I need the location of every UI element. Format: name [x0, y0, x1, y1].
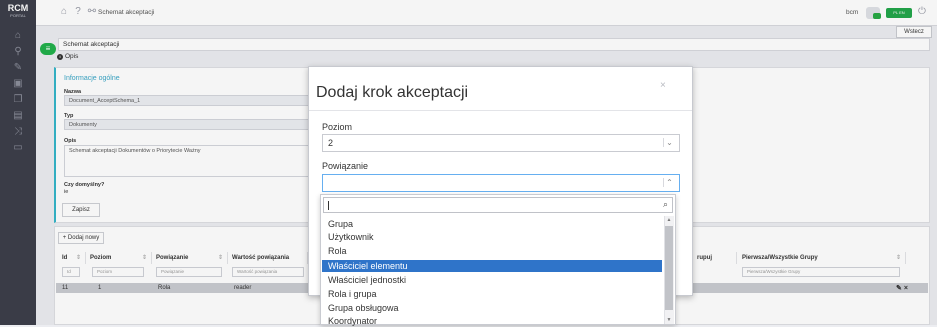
dropdown-option[interactable]: Grupa obsługowa	[322, 302, 662, 314]
relation-label: Powiązanie	[322, 161, 369, 171]
level-label: Poziom	[322, 122, 353, 132]
dropdown-search-input[interactable]: ⌕	[323, 197, 673, 213]
search-icon: ⌕	[662, 199, 668, 209]
scroll-down-icon[interactable]: ▼	[665, 316, 673, 324]
scrollbar-thumb[interactable]	[665, 226, 673, 310]
scroll-up-icon[interactable]: ▲	[665, 216, 673, 224]
close-icon[interactable]: ×	[660, 80, 666, 91]
dropdown-option[interactable]: Koordynator	[322, 315, 662, 327]
level-selected-value: 2	[328, 138, 334, 148]
text-caret	[328, 201, 329, 210]
dropdown-option[interactable]: Właściciel jednostki	[322, 274, 662, 286]
modal-divider	[309, 110, 692, 111]
dropdown-option[interactable]: Użytkownik	[322, 231, 662, 243]
dropdown-option-active[interactable]: Właściciel elementu	[322, 260, 662, 272]
modal-title: Dodaj krok akceptacji	[316, 84, 469, 101]
relation-select[interactable]: ⌃	[322, 174, 680, 192]
chevron-down-icon: ⌄	[663, 138, 675, 147]
dropdown-option[interactable]: Grupa	[322, 218, 662, 230]
dropdown-option[interactable]: Rola i grupa	[322, 288, 662, 300]
chevron-up-icon: ⌃	[663, 178, 675, 187]
dropdown-option[interactable]: Rola	[322, 245, 662, 257]
level-select[interactable]: 2 ⌄	[322, 134, 680, 152]
